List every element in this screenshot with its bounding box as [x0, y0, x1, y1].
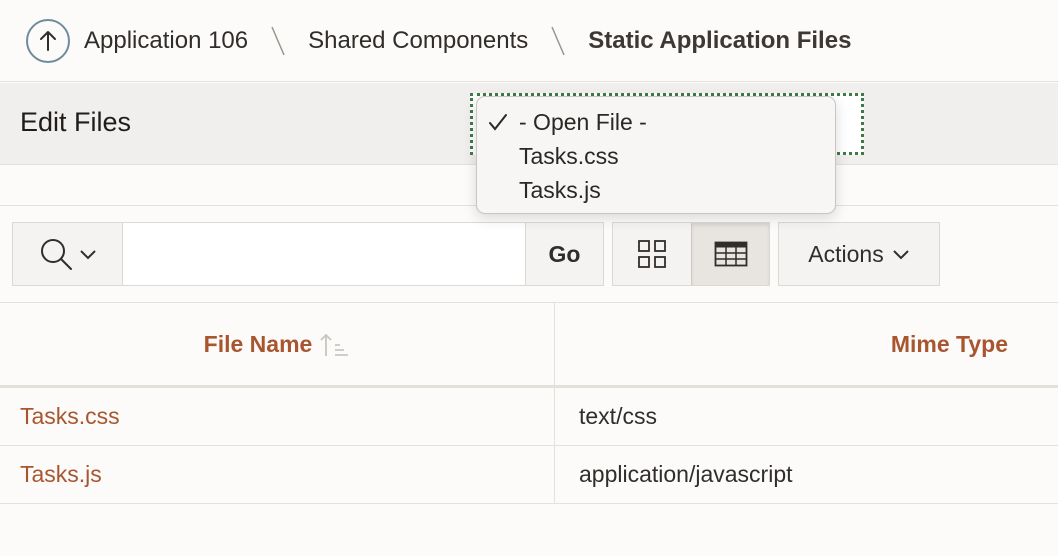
search-input[interactable]	[123, 223, 525, 285]
checkmark-icon	[489, 114, 507, 131]
table-row: Tasks.css text/css	[0, 388, 1058, 446]
dropdown-option-tasks-css[interactable]: Tasks.css	[477, 139, 835, 173]
open-file-dropdown: - Open File - Tasks.css Tasks.js	[476, 96, 836, 214]
table-row: Tasks.js application/javascript	[0, 446, 1058, 504]
dropdown-option-tasks-js[interactable]: Tasks.js	[477, 173, 835, 207]
grid-view-icon	[638, 240, 666, 268]
file-name-link[interactable]: Tasks.css	[0, 388, 555, 445]
arrow-up-icon	[40, 30, 56, 51]
report-view-button[interactable]	[691, 223, 769, 285]
column-header-label: Mime Type	[890, 331, 1008, 357]
breadcrumb-application[interactable]: Application 106	[84, 27, 248, 55]
go-button[interactable]: Go	[525, 223, 603, 285]
search-column-menu[interactable]	[13, 223, 123, 285]
report-toolbar: Go Actions	[0, 206, 1058, 302]
search-icon	[40, 239, 72, 270]
mime-type-cell: application/javascript	[579, 461, 793, 487]
grid-view-button[interactable]	[613, 223, 691, 285]
mime-type-cell: text/css	[579, 403, 657, 429]
column-header-mime-type[interactable]: Mime Type	[555, 303, 1058, 386]
chevron-down-icon	[79, 250, 96, 260]
actions-label: Actions	[808, 240, 884, 267]
chevron-down-icon	[893, 250, 909, 260]
navigate-up-button[interactable]	[26, 18, 70, 63]
column-header-file-name[interactable]: File Name	[0, 303, 555, 386]
dropdown-option-open-file[interactable]: - Open File -	[477, 105, 835, 139]
breadcrumb-shared-components[interactable]: Shared Components	[308, 27, 528, 55]
table-header: File Name Mime Type	[0, 302, 1058, 388]
breadcrumb-current-page: Static Application Files	[588, 26, 852, 54]
actions-menu-button[interactable]: Actions	[778, 222, 940, 286]
breadcrumb: Application 106 Shared Components Static…	[0, 0, 1058, 82]
search-bar: Go	[12, 222, 604, 286]
dropdown-option-label: - Open File -	[519, 108, 647, 135]
files-report-table: File Name Mime Type Tasks.css text/css T…	[0, 302, 1058, 504]
breadcrumb-separator	[271, 26, 285, 55]
sort-ascending-icon	[320, 333, 349, 356]
page: Application 106 Shared Components Static…	[0, 0, 1058, 556]
report-view-icon	[714, 241, 747, 267]
edit-files-title: Edit Files	[20, 107, 132, 137]
file-name-link[interactable]: Tasks.js	[0, 446, 555, 503]
dropdown-option-label: Tasks.js	[519, 176, 601, 203]
column-header-label: File Name	[203, 331, 313, 357]
breadcrumb-separator	[551, 26, 565, 55]
view-switcher	[612, 222, 770, 286]
dropdown-option-label: Tasks.css	[519, 142, 619, 169]
